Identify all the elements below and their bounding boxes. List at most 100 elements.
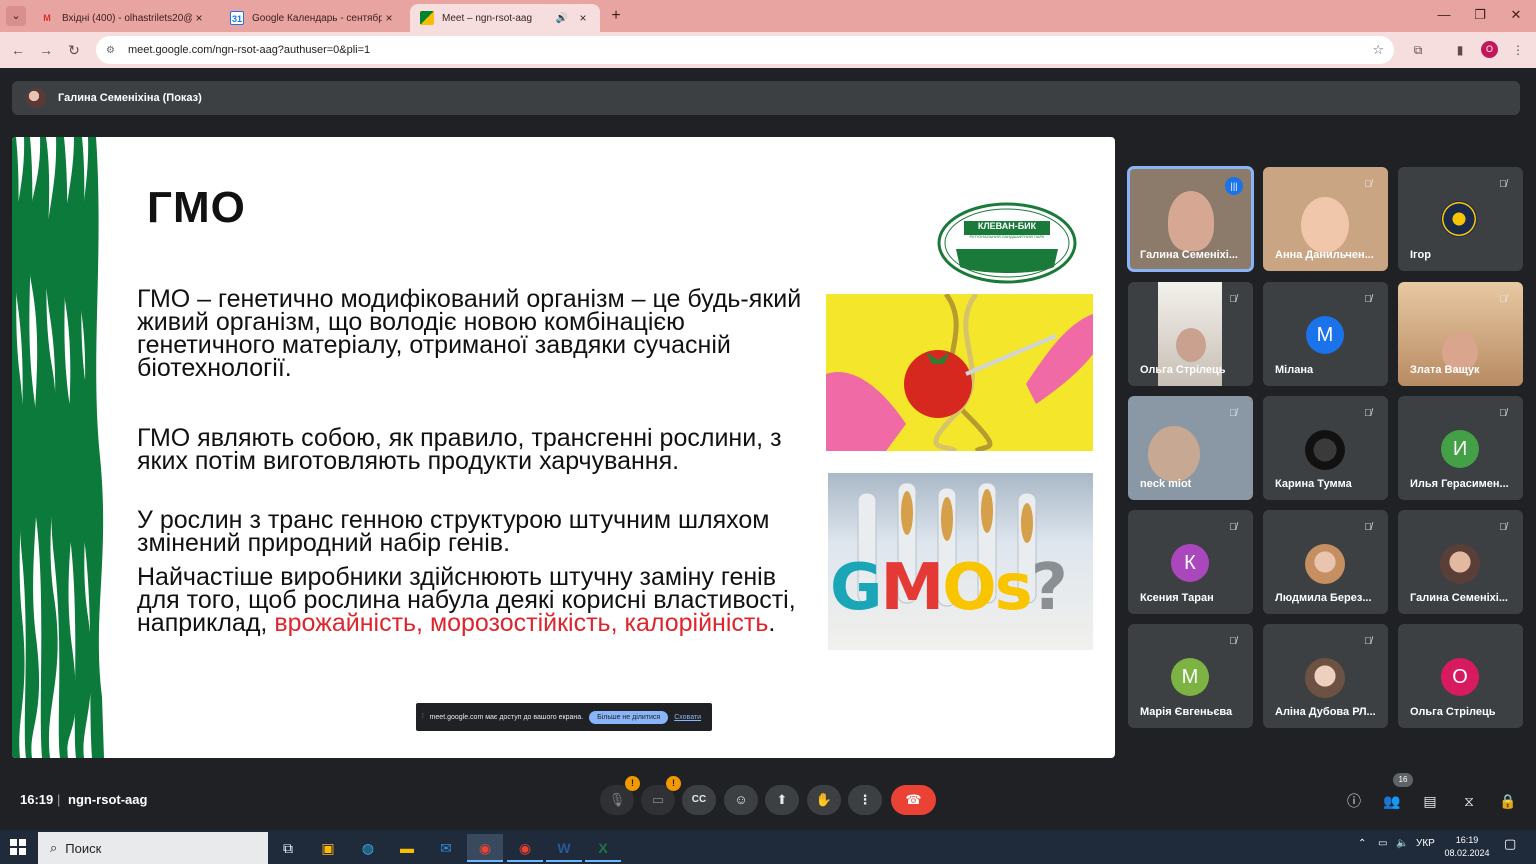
warning-icon: !: [625, 776, 640, 791]
bookmark-star-icon[interactable]: ☆: [1372, 42, 1384, 58]
present-screen-button[interactable]: ⬆: [765, 785, 799, 815]
meeting-info-icon[interactable]: ⓘ: [1343, 790, 1365, 812]
raise-hand-button[interactable]: ✋: [807, 785, 841, 815]
drag-handle-icon[interactable]: ⦙: [422, 713, 424, 721]
chrome-profile-icon[interactable]: ◉: [507, 834, 543, 862]
emoji-reaction-button[interactable]: ☺: [724, 785, 758, 815]
meet-control-bar: 16:19 | ngn-rsot-aag 🎙! ▭! CC ☺ ⬆ ✋ ⋮ ☎ …: [0, 770, 1536, 830]
search-icon: ⌕: [50, 840, 58, 855]
mic-off-icon: 🎙̸: [1499, 179, 1507, 190]
forward-arrow-icon[interactable]: →: [36, 40, 56, 60]
participant-name: Ігор: [1410, 249, 1431, 261]
taskbar-time: 16:19: [1455, 835, 1479, 845]
edge-icon[interactable]: ◍: [350, 834, 386, 862]
mic-off-icon: 🎙̸: [1364, 522, 1372, 533]
participant-initial: М: [1306, 316, 1344, 354]
microphone-button[interactable]: 🎙!: [600, 776, 640, 815]
mic-off-icon: 🎙̸: [1229, 636, 1237, 647]
site-info-icon[interactable]: ⚙: [106, 45, 122, 56]
word-icon[interactable]: W: [546, 834, 582, 862]
search-placeholder: Поиск: [65, 840, 102, 856]
leave-call-button[interactable]: ☎: [891, 785, 936, 815]
activities-icon[interactable]: ⧖: [1458, 790, 1480, 812]
participant-tile[interactable]: 🎙̸ Карина Тумма: [1263, 396, 1388, 500]
restore-button[interactable]: ❐: [1462, 0, 1498, 32]
volume-icon[interactable]: 🔈: [1396, 838, 1408, 849]
back-arrow-icon[interactable]: ←: [8, 40, 28, 60]
side-panel-icon[interactable]: ▮: [1450, 40, 1470, 60]
meeting-code: ngn-rsot-aag: [68, 792, 148, 807]
hide-notice-link[interactable]: Сховати: [674, 714, 701, 721]
excel-icon[interactable]: X: [585, 834, 621, 862]
close-tab-icon[interactable]: ×: [382, 11, 396, 25]
camera-button[interactable]: ▭!: [641, 776, 681, 815]
task-view-icon[interactable]: ⧉: [270, 834, 306, 862]
participant-tile[interactable]: М 🎙̸ Марія Євгеньєва: [1128, 624, 1253, 728]
participant-tile[interactable]: К 🎙̸ Ксения Таран: [1128, 510, 1253, 614]
captions-button[interactable]: CC: [682, 785, 716, 815]
participant-tile[interactable]: 🎙̸ Злата Ващук: [1398, 282, 1523, 386]
share-notice-text: meet.google.com має доступ до вашого екр…: [429, 713, 584, 721]
notifications-icon[interactable]: ▢: [1504, 836, 1516, 852]
host-controls-icon[interactable]: 🔒: [1497, 790, 1519, 812]
tab-calendar[interactable]: 31 Google Календарь - сентябрь ×: [220, 4, 406, 32]
address-bar[interactable]: ⚙ meet.google.com/ngn-rsot-aag?authuser=…: [96, 36, 1394, 64]
store-icon[interactable]: ▣: [310, 834, 346, 862]
participant-tile[interactable]: 🎙̸ Ольга Стрілець: [1128, 282, 1253, 386]
logo-subtext: РЕГІОНАЛЬНИЙ ЛАНДШАФТНИЙ ПАРК: [969, 234, 1045, 239]
mic-off-icon: 🎙̸: [1229, 522, 1237, 533]
participant-tile[interactable]: 🎙̸ neck miot: [1128, 396, 1253, 500]
participant-tile[interactable]: И 🎙̸ Илья Герасимен...: [1398, 396, 1523, 500]
participant-tile[interactable]: М 🎙̸ Мілана: [1263, 282, 1388, 386]
people-icon[interactable]: 👥: [1381, 790, 1403, 812]
new-tab-button[interactable]: +: [606, 6, 626, 26]
tab-meet[interactable]: Meet – ngn-rsot-aag 🔊 ×: [410, 4, 600, 32]
chrome-menu-icon[interactable]: ⋮: [1508, 40, 1528, 60]
participant-name: Ольга Стрілець: [1140, 364, 1226, 376]
reload-icon[interactable]: ↻: [64, 40, 84, 60]
chrome-icon[interactable]: ◉: [467, 834, 503, 862]
browser-tab-strip: ⌄ M Вхідні (400) - olhastrilets20@g × 31…: [0, 0, 1536, 32]
participant-name: Злата Ващук: [1410, 364, 1480, 376]
screen-share-notice: ⦙ meet.google.com має доступ до вашого е…: [416, 703, 712, 731]
tab-search-button[interactable]: ⌄: [6, 6, 26, 26]
participant-name: Анна Данильчен...: [1275, 249, 1374, 261]
participant-tile[interactable]: 🎙̸ Ігор: [1398, 167, 1523, 271]
windows-start-icon[interactable]: [10, 839, 26, 855]
meeting-time: 16:19: [20, 792, 54, 807]
mic-off-icon: 🎙̸: [1229, 408, 1237, 419]
tray-overflow-icon[interactable]: ⌃: [1358, 838, 1366, 849]
mail-icon[interactable]: ✉: [428, 834, 464, 862]
people-count-badge: 16: [1393, 773, 1413, 787]
windows-taskbar: ⌕ Поиск ⧉ ▣ ◍ ▬ ✉ ◉ ◉ W X ⌃ ▭ 🔈 УКР 16:1…: [0, 830, 1536, 864]
mic-off-icon: 🎙̸: [1229, 294, 1237, 305]
close-tab-icon[interactable]: ×: [192, 11, 206, 25]
participant-face: [1176, 328, 1206, 362]
participant-tile[interactable]: 🎙̸ Галина Семеніхі...: [1398, 510, 1523, 614]
minimize-button[interactable]: —: [1426, 0, 1462, 32]
participant-tile[interactable]: 🎙̸ Аліна Дубова РЛ...: [1263, 624, 1388, 728]
language-indicator[interactable]: УКР: [1416, 838, 1435, 849]
warning-icon: !: [666, 776, 681, 791]
profile-avatar[interactable]: O: [1481, 41, 1498, 58]
participant-tile[interactable]: О Ольга Стрілець: [1398, 624, 1523, 728]
participant-avatar: [1305, 658, 1345, 698]
participant-tile[interactable]: 🎙̸ Людмила Берез...: [1263, 510, 1388, 614]
participant-initial: И: [1441, 430, 1479, 468]
more-options-button[interactable]: ⋮: [848, 785, 882, 815]
chat-icon[interactable]: ▤: [1419, 790, 1441, 812]
participant-initial: М: [1171, 658, 1209, 696]
extensions-icon[interactable]: ⧉: [1408, 40, 1428, 60]
participant-name: Ксения Таран: [1140, 592, 1214, 604]
tab-gmail[interactable]: M Вхідні (400) - olhastrilets20@g ×: [30, 4, 216, 32]
participant-tile[interactable]: ||| Галина Семеніхі...: [1127, 166, 1254, 272]
network-icon[interactable]: ▭: [1378, 838, 1387, 849]
taskbar-search[interactable]: ⌕ Поиск: [38, 832, 268, 864]
close-tab-icon[interactable]: ×: [576, 11, 590, 25]
stop-sharing-button[interactable]: Більше не ділитися: [589, 710, 669, 724]
taskbar-clock[interactable]: 16:19 08.02.2024: [1442, 834, 1492, 860]
close-window-button[interactable]: ✕: [1498, 0, 1534, 32]
participant-tile[interactable]: 🎙̸ Анна Данильчен...: [1263, 167, 1388, 271]
speaker-icon[interactable]: 🔊: [556, 13, 568, 24]
file-explorer-icon[interactable]: ▬: [389, 834, 425, 862]
